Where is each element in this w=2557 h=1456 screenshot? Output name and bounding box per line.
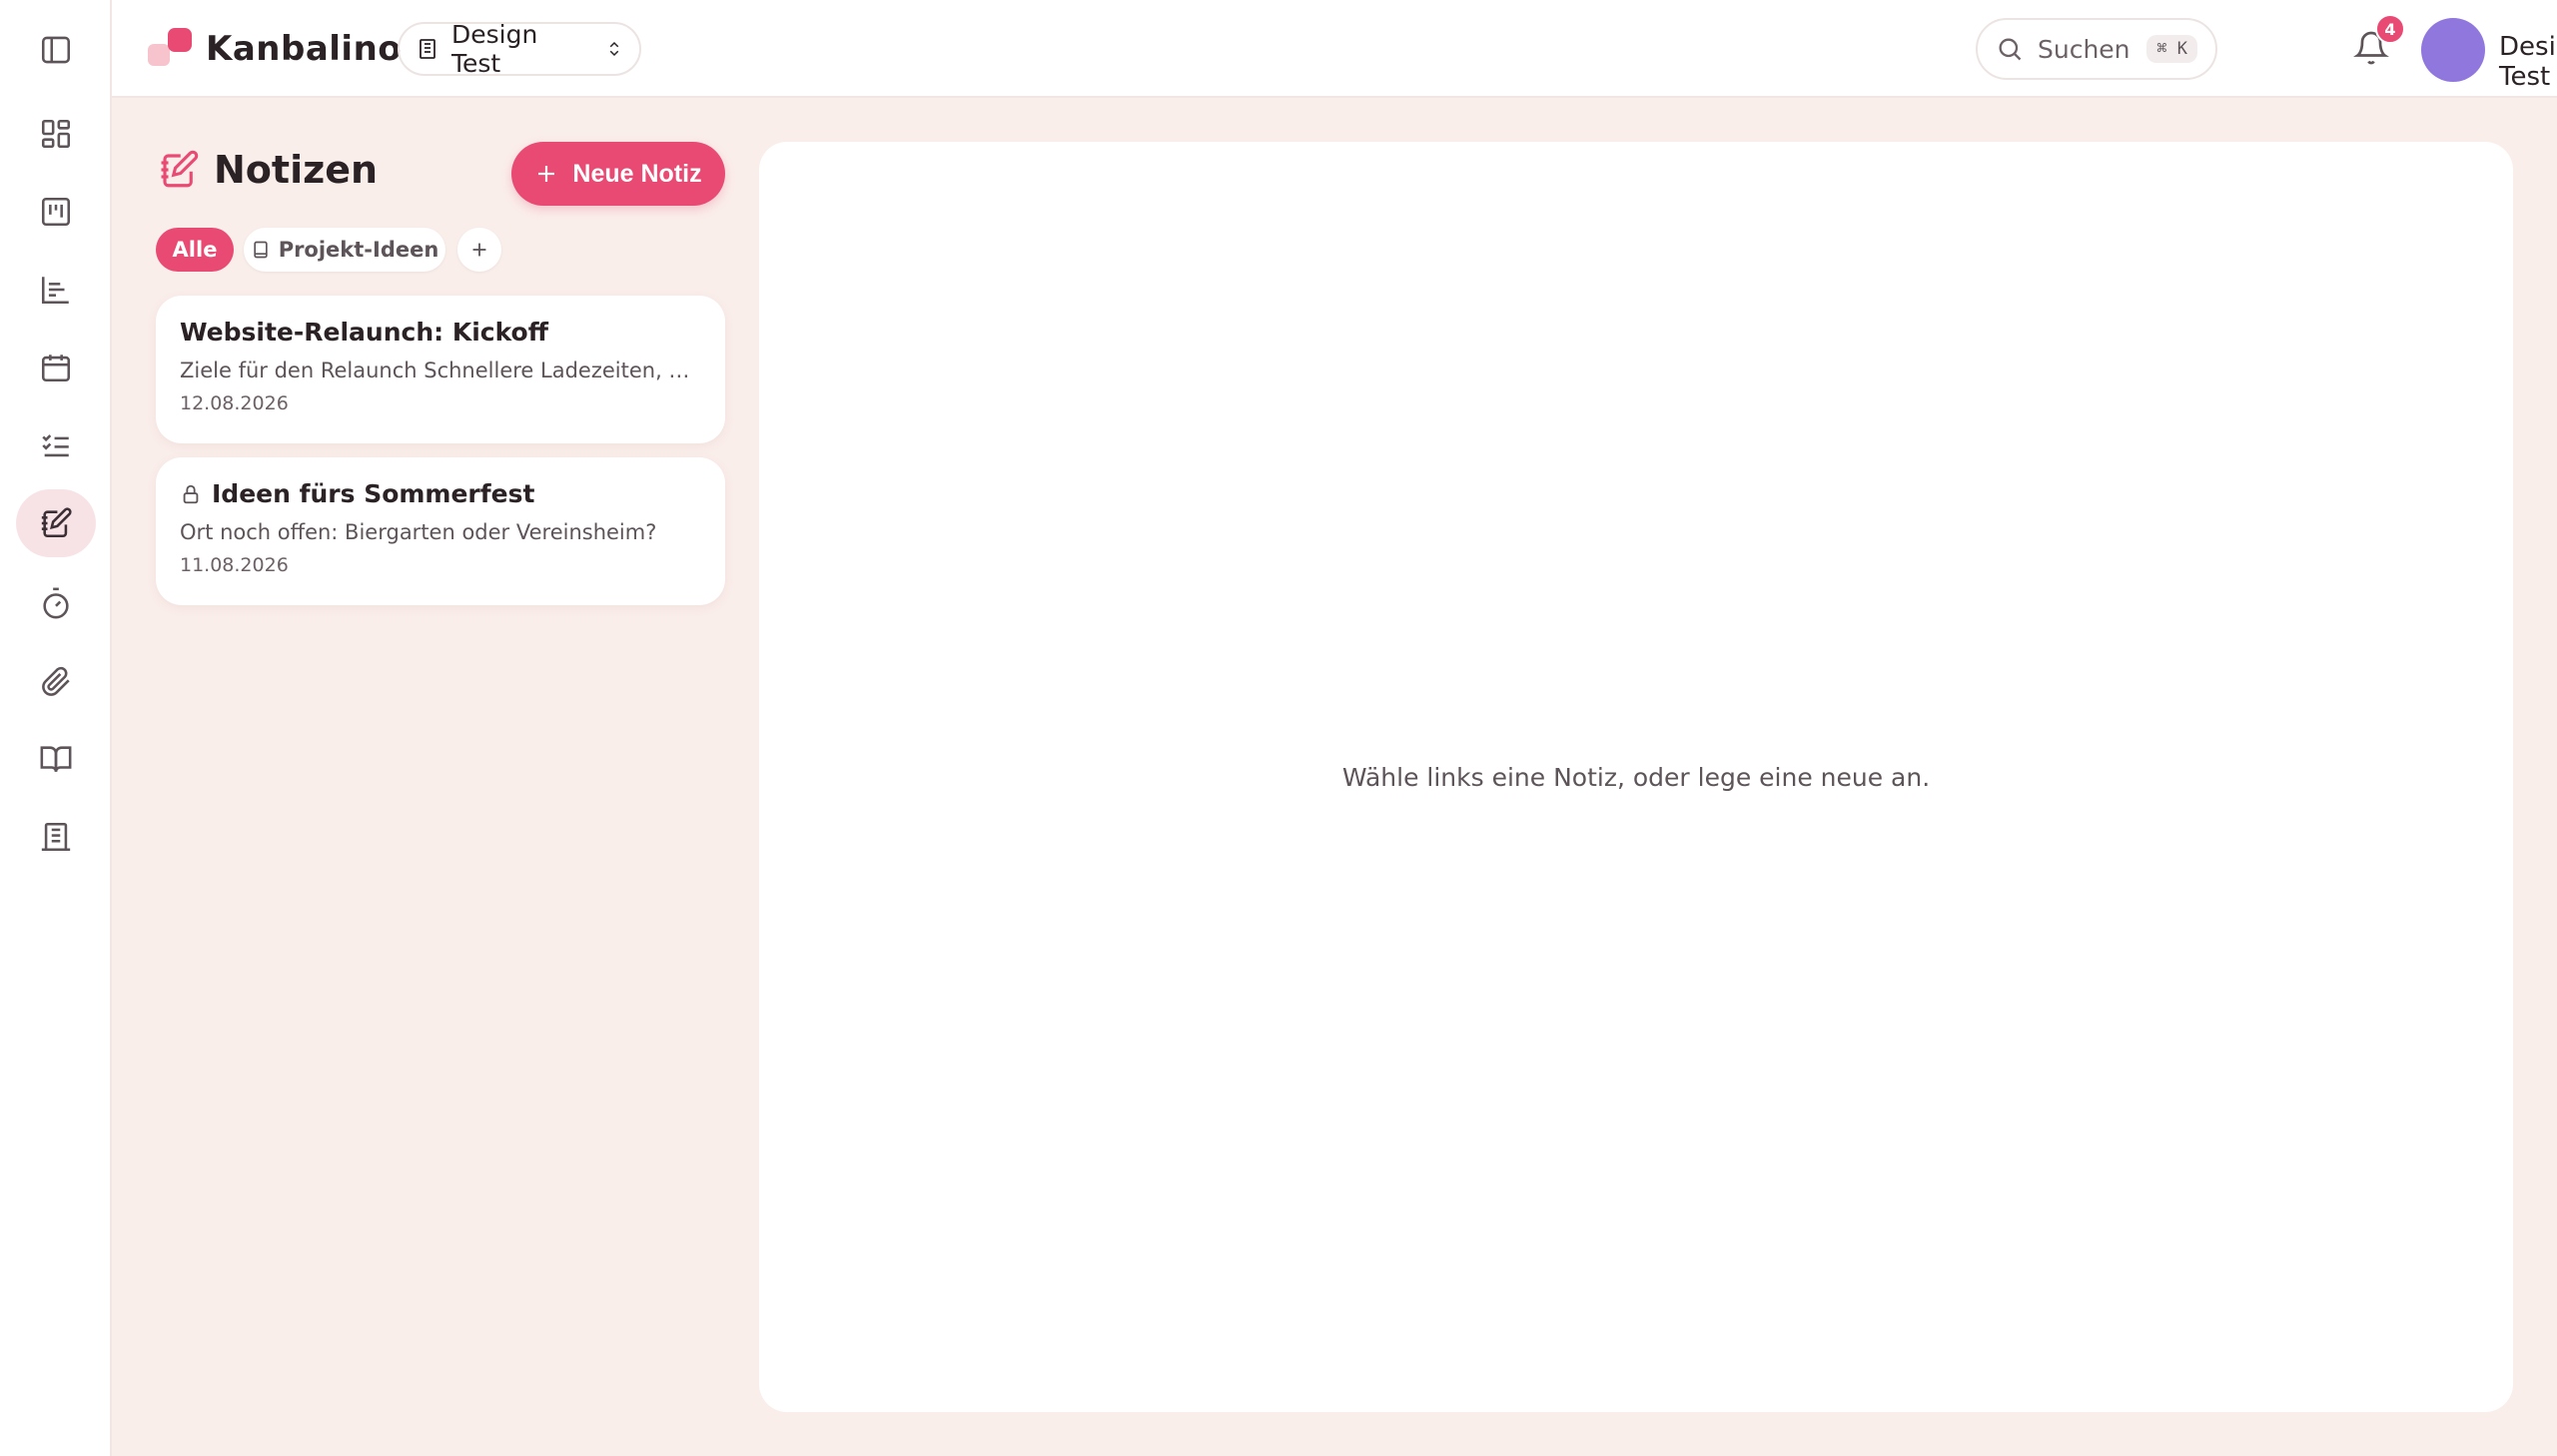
lock-icon [183,484,199,503]
sidebar-item-organization[interactable] [16,803,96,871]
calendar-icon [41,355,71,382]
chevron-up-down-icon [609,41,619,57]
plus-icon [538,166,555,182]
note-item[interactable]: Ideen fürs Sommerfest Ort noch offen: Bi… [156,457,725,605]
building-icon [41,822,71,852]
note-item[interactable]: Website-Relaunch: Kickoff Ziele für den … [156,296,725,443]
sidebar-toggle-button[interactable] [16,16,96,84]
note-editor-panel: Wähle links eine Notiz, oder lege eine n… [759,142,2513,1412]
chart-icon [41,277,69,305]
note-date: 11.08.2026 [180,554,289,576]
plus-icon [472,243,486,257]
timer-icon [43,587,69,619]
workspace-switcher[interactable]: Design Test [398,20,641,78]
notes-icon [161,150,199,188]
note-preview: Ziele für den Relaunch Schnellere Ladeze… [180,359,701,382]
sidebar-item-attachments[interactable] [16,647,96,715]
logo-mark [146,26,200,72]
new-note-label: Neue Notiz [572,159,702,188]
app-logo[interactable]: Kanbalino [146,26,402,72]
note-date: 12.08.2026 [180,392,289,414]
add-folder-button[interactable] [457,228,501,272]
search-icon [1999,38,2022,61]
notifications-button[interactable]: 4 [2353,14,2405,70]
avatar[interactable] [2421,18,2485,82]
attachment-icon [42,666,70,696]
filter-all[interactable]: Alle [156,228,234,272]
app-name: Kanbalino [206,29,403,69]
book-icon [40,746,72,772]
page-title: Notizen [158,148,378,192]
notification-badge: 4 [2375,14,2405,44]
empty-state-message: Wähle links eine Notiz, oder lege eine n… [1341,762,1931,792]
sidebar-item-timer[interactable] [16,569,96,637]
note-title: Website-Relaunch: Kickoff [180,318,701,347]
sidebar [0,0,112,1456]
search-shortcut: ⌘ K [2146,35,2197,63]
building-icon [420,39,435,59]
sidebar-item-notes[interactable] [16,489,96,557]
workspace-name: Design Test [451,20,538,78]
note-title-text: Ideen fürs Sommerfest [212,479,535,508]
sidebar-item-reports[interactable] [16,256,96,324]
notebook-icon [254,241,268,259]
filter-label: Projekt-Ideen [278,238,439,262]
sidebar-item-board[interactable] [16,178,96,246]
notes-icon [41,507,72,538]
sidebar-item-tasks[interactable] [16,411,96,479]
page-title-text: Notizen [214,148,379,192]
sidebar-toggle-icon [41,36,71,64]
kanban-board-icon [41,197,71,227]
sidebar-item-dashboard[interactable] [16,100,96,168]
top-bar: Kanbalino Design Test Suchen ⌘ K 4 Desig… [112,0,2557,98]
new-note-button[interactable]: Neue Notiz [511,142,725,206]
search-button[interactable]: Suchen ⌘ K [1976,18,2217,80]
dashboard-icon [41,119,71,149]
sidebar-item-calendar[interactable] [16,334,96,401]
filter-projekt-ideen[interactable]: Projekt-Ideen [244,228,445,272]
search-label: Suchen [2038,34,2131,64]
note-title-text: Website-Relaunch: Kickoff [180,318,548,347]
tasks-icon [42,434,69,457]
user-name[interactable]: Design Test [2499,32,2557,92]
note-title: Ideen fürs Sommerfest [180,479,701,508]
sidebar-item-wiki[interactable] [16,725,96,793]
note-preview: Ort noch offen: Biergarten oder Vereinsh… [180,520,657,544]
